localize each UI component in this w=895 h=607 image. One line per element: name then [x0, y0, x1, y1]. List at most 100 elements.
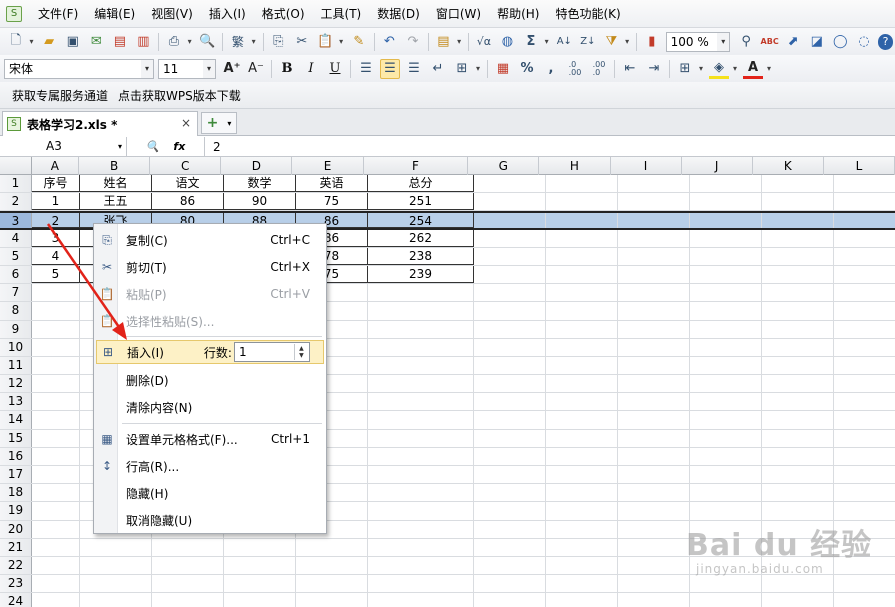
menu-help[interactable]: 帮助(H)	[489, 3, 547, 25]
cell[interactable]	[618, 175, 690, 193]
share-icon[interactable]: ⬈	[783, 32, 803, 52]
cell[interactable]	[690, 375, 762, 393]
cell[interactable]	[834, 248, 895, 265]
cell[interactable]	[474, 411, 546, 429]
sort-asc-icon[interactable]: A↓	[555, 32, 575, 52]
cell[interactable]	[474, 429, 546, 447]
cell[interactable]	[690, 466, 762, 484]
column-header[interactable]: J	[682, 157, 753, 175]
cell[interactable]	[474, 320, 546, 338]
traditional-dropdown-icon[interactable]: ▾	[250, 32, 258, 52]
grow-font-icon[interactable]: A⁺	[222, 59, 242, 79]
cell[interactable]	[618, 338, 690, 356]
cell[interactable]	[690, 302, 762, 320]
cell[interactable]	[474, 575, 546, 593]
export-icon[interactable]: ▤	[110, 32, 130, 52]
column-header[interactable]: B	[79, 157, 151, 175]
cell[interactable]: 序号	[32, 175, 80, 193]
cell[interactable]	[474, 375, 546, 393]
paste-icon[interactable]: 📋	[316, 32, 336, 52]
menu-copy[interactable]: ⎘ 复制(C) Ctrl+C	[96, 228, 324, 252]
filter-icon[interactable]: ⧩	[602, 32, 622, 52]
row-header[interactable]: 19	[0, 502, 32, 520]
cell[interactable]	[834, 193, 895, 210]
comma-button[interactable]: ,	[541, 59, 561, 79]
cell[interactable]	[834, 411, 895, 428]
column-header[interactable]: A	[32, 157, 80, 175]
cell[interactable]	[368, 302, 474, 320]
cell[interactable]	[368, 538, 474, 556]
cell[interactable]	[368, 466, 474, 484]
stepper-down-icon[interactable]: ▼	[299, 352, 304, 359]
cell[interactable]	[762, 502, 834, 520]
cell[interactable]	[368, 393, 474, 411]
fill-dropdown-icon[interactable]: ▾	[731, 59, 739, 79]
chevron-down-icon[interactable]: ▾	[227, 119, 231, 128]
cell[interactable]	[690, 429, 762, 447]
decrease-decimal-icon[interactable]: .00 .0	[589, 59, 609, 79]
cell[interactable]	[368, 484, 474, 502]
cell[interactable]	[834, 302, 895, 319]
cell[interactable]	[546, 520, 618, 538]
cell[interactable]	[546, 429, 618, 447]
cell[interactable]	[474, 193, 546, 211]
cell[interactable]	[618, 466, 690, 484]
cell[interactable]	[546, 375, 618, 393]
font-size-select[interactable]: 11 ▾	[158, 58, 216, 79]
document-tab[interactable]: S 表格学习2.xls * ×	[2, 111, 198, 136]
italic-button[interactable]: I	[301, 59, 321, 79]
new-dropdown-icon[interactable]: ▾	[28, 32, 36, 52]
row-header[interactable]: 8	[0, 302, 32, 320]
cell[interactable]	[546, 593, 618, 607]
fx-icon[interactable]: fx	[173, 140, 185, 153]
row-header[interactable]: 22	[0, 556, 32, 575]
globe-icon[interactable]: ◍	[498, 32, 518, 52]
cell[interactable]	[32, 375, 80, 393]
cell[interactable]	[762, 302, 834, 320]
cell[interactable]	[32, 302, 80, 320]
cell[interactable]	[690, 356, 762, 375]
cell[interactable]	[474, 213, 546, 228]
column-header[interactable]: G	[468, 157, 540, 175]
menu-paste[interactable]: 📋 粘贴(P) Ctrl+V	[96, 282, 324, 306]
column-header[interactable]: K	[753, 157, 824, 175]
cell[interactable]	[762, 375, 834, 393]
chevron-down-icon[interactable]: ▾	[141, 59, 153, 78]
cell[interactable]	[546, 338, 618, 356]
cell[interactable]: 英语	[296, 175, 368, 193]
row-header[interactable]: 20	[0, 520, 32, 538]
column-header[interactable]: L	[824, 157, 895, 175]
paste-dropdown-icon[interactable]: ▾	[337, 32, 345, 52]
cell[interactable]	[618, 229, 690, 247]
traditional-chinese-icon[interactable]: 繁	[228, 32, 248, 52]
cell[interactable]	[834, 266, 895, 283]
cell[interactable]	[368, 284, 474, 302]
cell[interactable]	[834, 230, 895, 247]
cell[interactable]	[474, 247, 546, 265]
cell[interactable]	[618, 265, 690, 284]
cell[interactable]	[834, 284, 895, 301]
cell[interactable]	[834, 393, 895, 410]
cell[interactable]	[546, 265, 618, 284]
cell[interactable]	[762, 213, 834, 228]
cell[interactable]	[690, 447, 762, 465]
cell[interactable]	[368, 575, 474, 593]
cell[interactable]	[618, 247, 690, 265]
cell[interactable]	[690, 502, 762, 520]
cell[interactable]	[834, 357, 895, 374]
column-header[interactable]: F	[364, 157, 469, 175]
sort-desc-icon[interactable]: Z↓	[578, 32, 598, 52]
menu-view[interactable]: 视图(V)	[143, 3, 201, 25]
cell[interactable]	[690, 193, 762, 211]
menu-special[interactable]: 特色功能(K)	[547, 3, 628, 25]
cell[interactable]: 238	[368, 247, 474, 265]
menu-unhide[interactable]: 取消隐藏(U)	[96, 508, 324, 532]
cell[interactable]	[834, 175, 895, 192]
cell[interactable]	[368, 411, 474, 429]
cell[interactable]	[690, 411, 762, 429]
speech-icon[interactable]: ◌	[854, 32, 874, 52]
cell[interactable]	[80, 556, 152, 575]
menu-cut[interactable]: ✂ 剪切(T) Ctrl+X	[96, 255, 324, 279]
row-header[interactable]: 11	[0, 356, 32, 375]
mail-icon[interactable]: ✉	[87, 32, 107, 52]
